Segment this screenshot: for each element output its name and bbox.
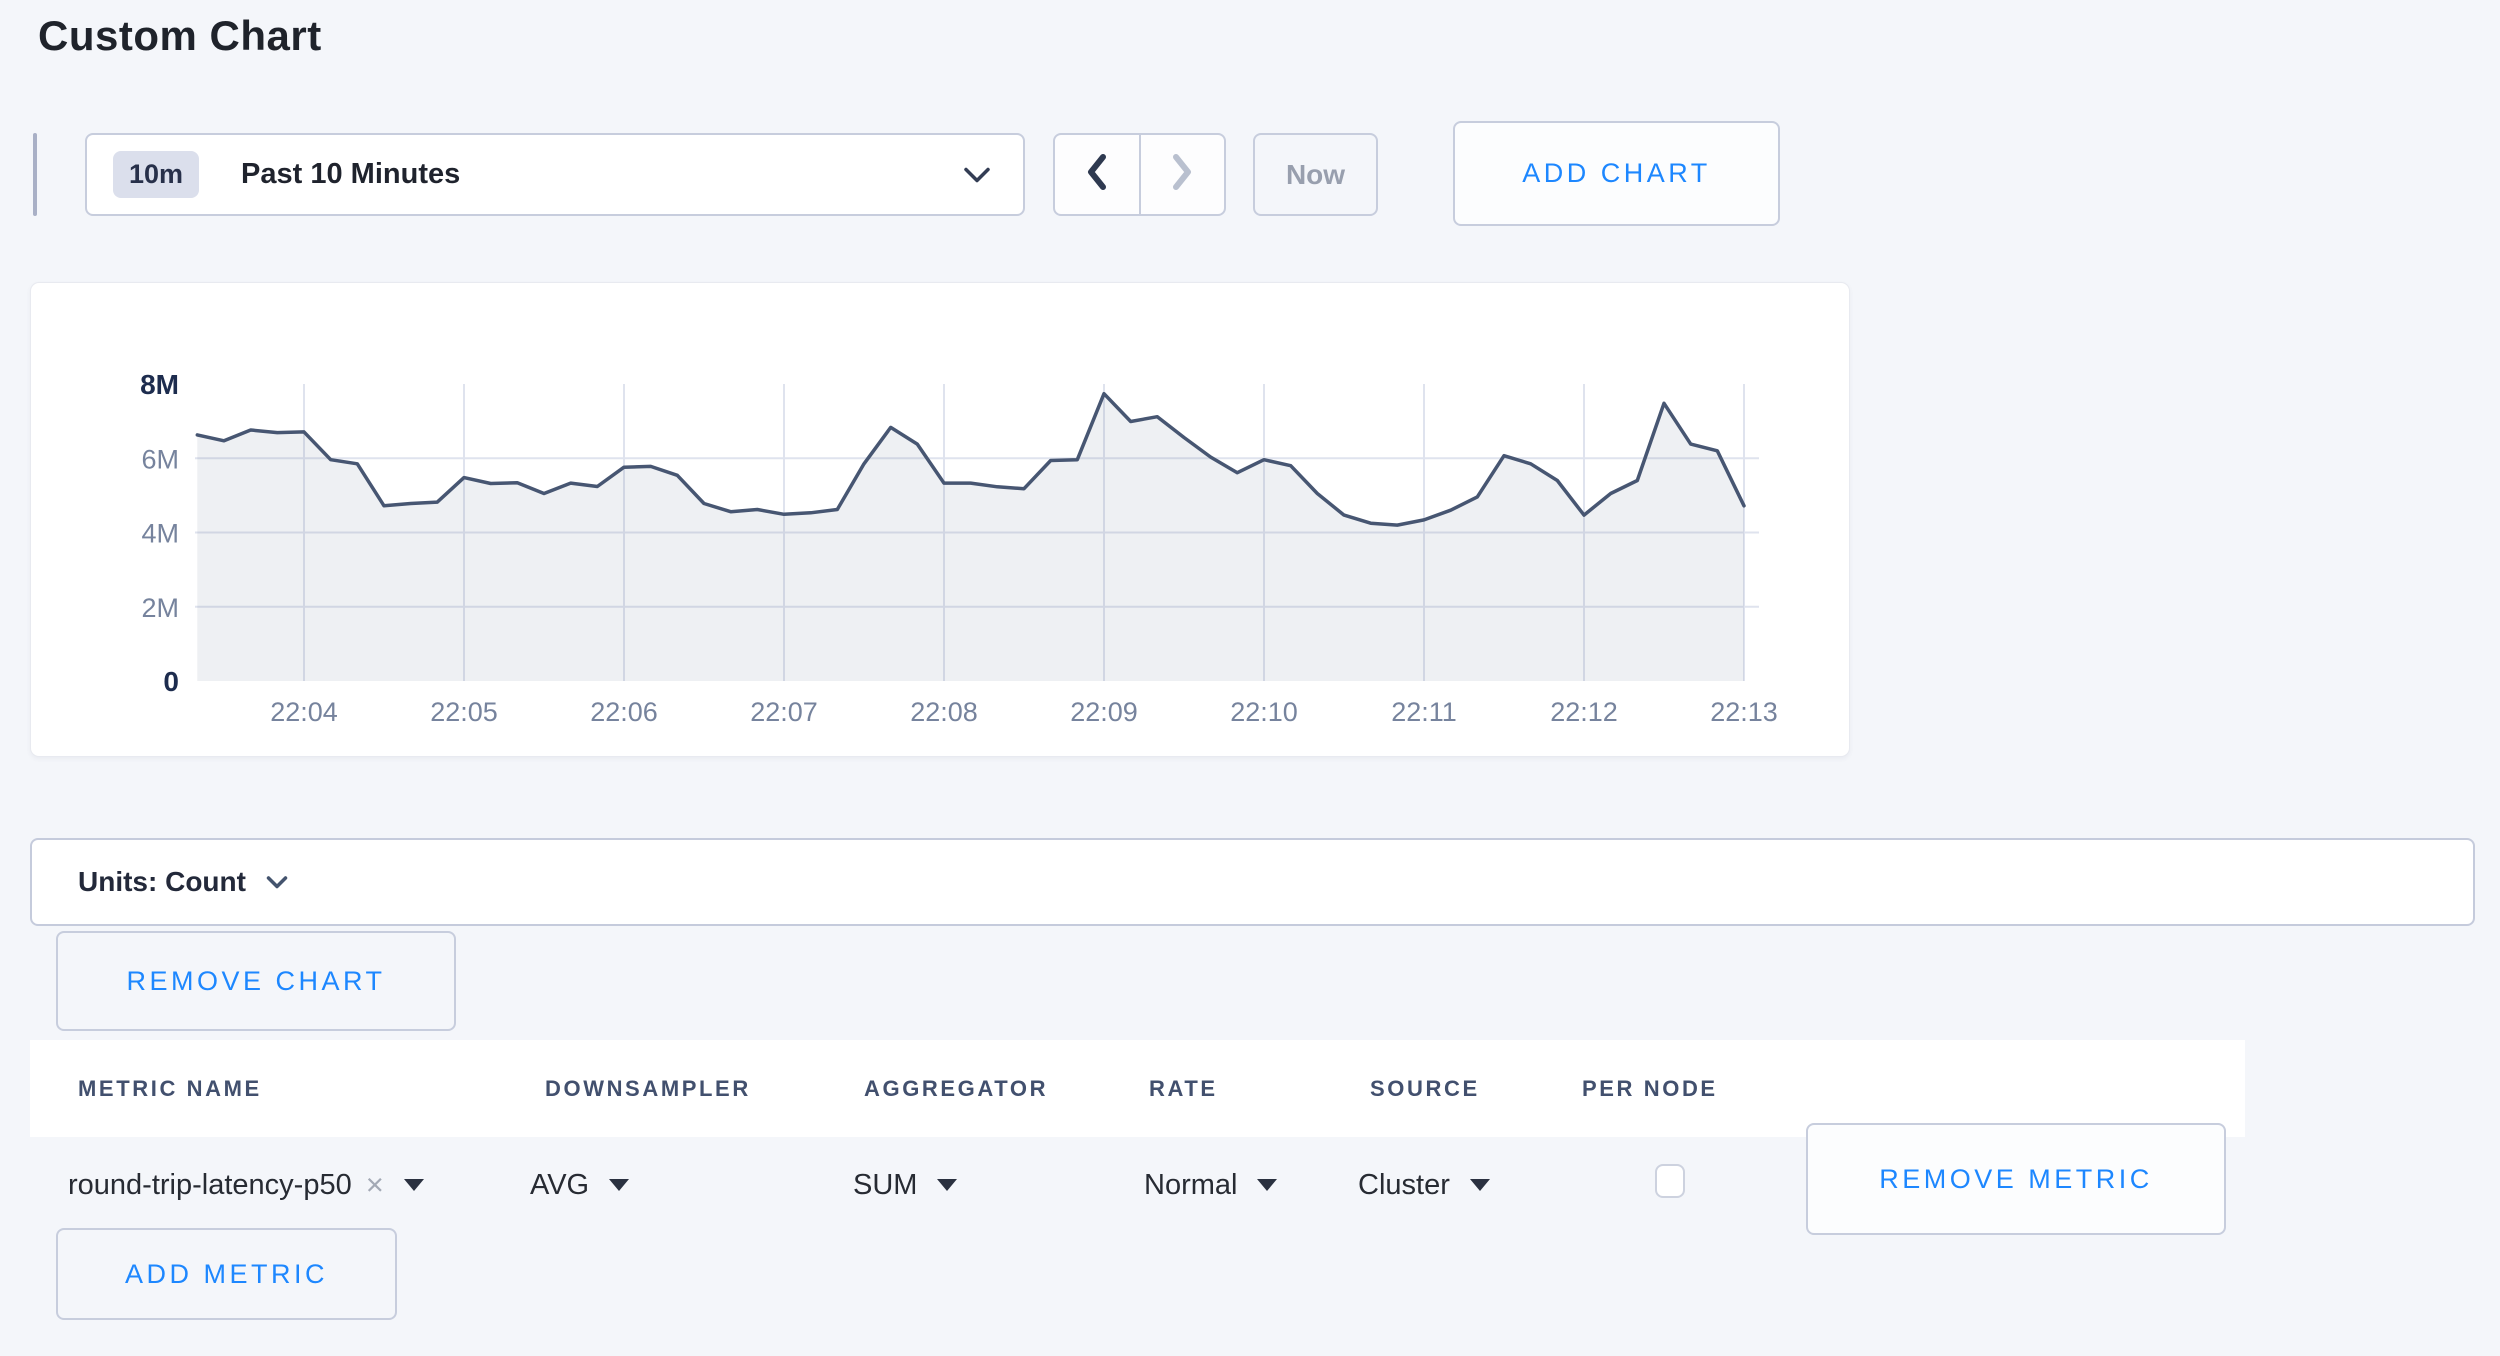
now-button[interactable]: Now [1253,133,1378,216]
remove-metric-button[interactable]: REMOVE METRIC [1806,1123,2226,1235]
time-step-buttons [1053,133,1226,216]
x-axis-tick-label: 22:04 [270,697,338,727]
rate-dropdown[interactable]: Normal [1144,1140,1277,1230]
header-per-node: PER NODE [1582,1040,1718,1137]
chevron-down-icon [266,876,288,889]
source-value: Cluster [1358,1169,1450,1202]
caret-down-icon [609,1179,629,1191]
y-axis-tick-label: 4M [141,519,179,549]
y-axis-tick-label: 2M [141,593,179,623]
units-dropdown[interactable]: Units: Count [30,838,2475,926]
remove-chart-button[interactable]: REMOVE CHART [56,931,456,1031]
header-aggregator: AGGREGATOR [864,1040,1048,1137]
caret-down-icon [1257,1179,1277,1191]
caret-down-icon [404,1179,424,1191]
source-dropdown[interactable]: Cluster [1358,1140,1490,1230]
toolbar-accent-bar [33,133,37,216]
chevron-left-icon [1086,153,1108,196]
aggregator-value: SUM [853,1169,917,1202]
x-axis-tick-label: 22:05 [430,697,498,727]
chevron-down-icon [963,167,991,183]
units-label: Units: Count [78,866,246,898]
y-axis-tick-label: 0 [163,666,179,697]
x-axis-tick-label: 22:12 [1550,697,1618,727]
caret-down-icon [937,1179,957,1191]
downsampler-value: AVG [530,1169,589,1202]
metric-name-dropdown[interactable]: round-trip-latency-p50 × [68,1140,424,1230]
x-axis-tick-label: 22:11 [1391,697,1457,727]
aggregator-dropdown[interactable]: SUM [853,1140,957,1230]
x-axis-tick-label: 22:10 [1230,697,1298,727]
caret-down-icon [1470,1179,1490,1191]
next-time-button[interactable] [1141,135,1225,214]
downsampler-dropdown[interactable]: AVG [530,1140,629,1230]
series-area [197,394,1744,681]
x-axis-tick-label: 22:08 [910,697,978,727]
prev-time-button[interactable] [1055,135,1139,214]
header-rate: RATE [1149,1040,1218,1137]
x-axis-tick-label: 22:06 [590,697,658,727]
add-chart-button[interactable]: ADD CHART [1453,121,1780,226]
x-axis-tick-label: 22:07 [750,697,818,727]
metric-chart: 8M 6M 4M 2M 0 22:04 22:05 22:06 22:07 22:08 22:09 2… [31,283,1849,756]
page-title: Custom Chart [38,12,322,60]
header-source: SOURCE [1370,1040,1480,1137]
clear-metric-icon[interactable]: × [366,1167,384,1203]
custom-chart-card: 8M 6M 4M 2M 0 22:04 22:05 22:06 22:07 22:08 22:09 2… [30,282,1850,757]
rate-value: Normal [1144,1169,1237,1202]
x-axis-tick-label: 22:09 [1070,697,1138,727]
header-metric-name: METRIC NAME [78,1040,262,1137]
time-window-badge: 10m [113,151,199,198]
time-window-dropdown[interactable]: 10m Past 10 Minutes [85,133,1025,216]
x-axis-tick-label: 22:13 [1710,697,1778,727]
y-axis-tick-label: 8M [140,369,179,400]
header-downsampler: DOWNSAMPLER [545,1040,751,1137]
metric-name-value: round-trip-latency-p50 [68,1169,352,1202]
y-axis-tick-label: 6M [141,444,179,474]
time-window-label: Past 10 Minutes [241,158,460,191]
chevron-right-icon [1171,153,1193,196]
per-node-checkbox[interactable] [1655,1164,1685,1198]
add-metric-button[interactable]: ADD METRIC [56,1228,397,1320]
